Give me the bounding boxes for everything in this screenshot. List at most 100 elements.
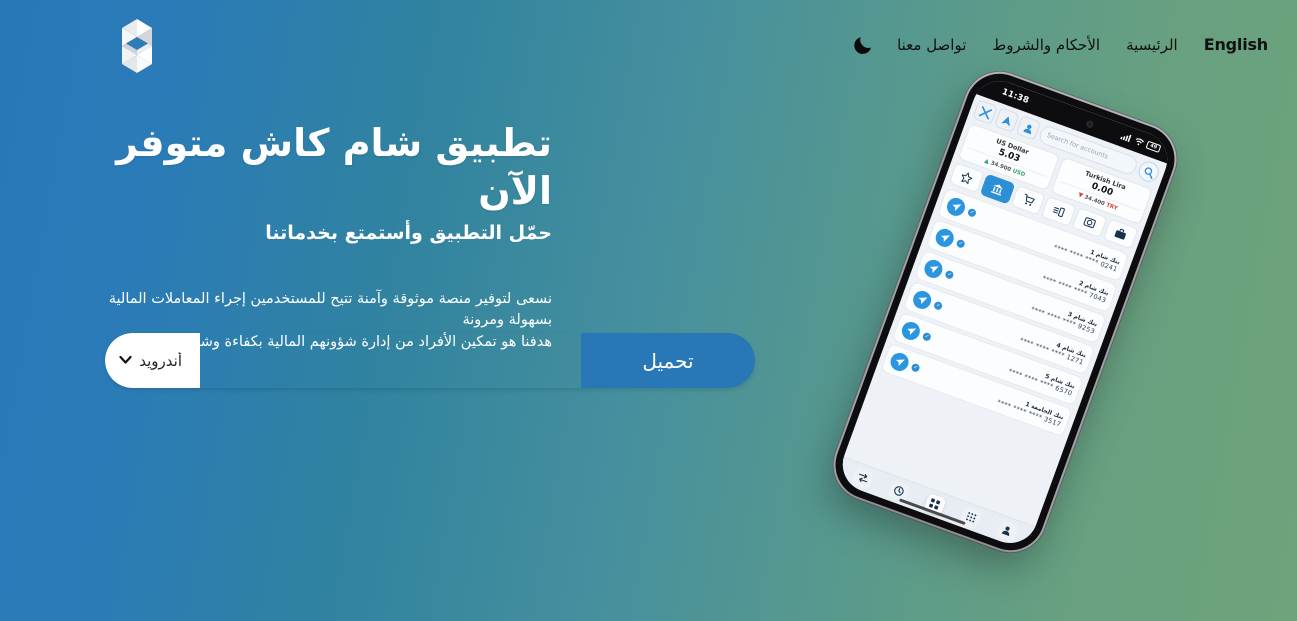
user-icon[interactable] [1015, 115, 1042, 141]
moon-icon [854, 37, 872, 54]
account-info: بنك شام 5 **** **** **** 6570 [932, 332, 1076, 398]
account-number: **** **** **** 6570 [1007, 366, 1074, 398]
mobile-topup-icon[interactable] [1041, 195, 1077, 227]
main-navigation: English الرئيسية الأحكام والشروط تواصل م… [846, 28, 1281, 62]
rate-name: US Dollar [995, 136, 1030, 157]
rate-card-try[interactable]: Turkish Lira 0.00 ▼ 34.400 TRY [1050, 156, 1153, 225]
battery-level: 49 [1149, 142, 1158, 151]
wifi-icon [1135, 138, 1144, 146]
bank-icon[interactable] [979, 173, 1016, 205]
signal-icon [1120, 134, 1132, 143]
rate-amount: 34.400 [1083, 193, 1106, 207]
rate-card-usd[interactable]: US Dollar 5.03 ▲ 34.900 USD [957, 122, 1060, 192]
account-name: بنك الجامعة 1 [1024, 400, 1065, 421]
platform-select-wrapper: أندرويد [105, 333, 581, 388]
search-input[interactable]: Search for accounts [1037, 123, 1140, 177]
hero-title: تطبيق شام كاش متوفر الآن [116, 121, 552, 213]
account-name: بنك شام 4 [1055, 341, 1088, 359]
sham-cash-logo[interactable] [98, 8, 176, 86]
send-money-button[interactable] [888, 350, 912, 374]
search-icon[interactable] [1135, 158, 1162, 185]
rate-sub: ▲ 34.900 USD [963, 147, 1047, 186]
download-button[interactable]: تحميل [581, 333, 755, 388]
account-number: **** **** **** 7043 [1041, 273, 1108, 305]
account-number: **** **** **** 9253 [1030, 304, 1097, 336]
nav-terms[interactable]: الأحكام والشروط [979, 31, 1113, 59]
rate-amount: 34.900 [989, 159, 1012, 173]
transfer-icon[interactable] [851, 466, 875, 490]
account-number: **** **** **** 0241 [1052, 242, 1119, 274]
logo-icon [122, 19, 152, 73]
category-row [942, 161, 1143, 256]
account-list[interactable]: بنك شام 1 **** **** **** 0241 ✓ بنك شام … [844, 186, 1134, 526]
send-money-button[interactable] [933, 226, 957, 250]
keypad-icon[interactable] [959, 505, 983, 529]
front-camera-icon [1085, 119, 1095, 129]
send-icon[interactable] [993, 107, 1020, 133]
currency-rates: US Dollar 5.03 ▲ 34.900 USD Turkish Lira… [952, 119, 1159, 230]
arrow-up-icon: ▲ [983, 157, 991, 166]
nav-home[interactable]: الرئيسية [1113, 31, 1191, 59]
account-name: بنك شام 3 [1066, 310, 1099, 328]
account-row[interactable]: بنك شام 3 **** **** **** 9253 ✓ [914, 249, 1107, 345]
account-info: بنك شام 2 **** **** **** 7043 [966, 239, 1110, 305]
rate-code: USD [1011, 167, 1026, 178]
hero-section: تطبيق شام كاش متوفر الآن حمّل التطبيق وأ… [100, 120, 552, 354]
phone-screen: 11:38 49 Search for accounts US Dollar 5… [834, 73, 1176, 551]
rate-code: TRY [1105, 201, 1119, 212]
account-number: **** **** **** 1271 [1018, 335, 1085, 367]
theme-toggle-button[interactable] [846, 28, 880, 62]
grid-icon[interactable] [923, 492, 947, 516]
send-money-button[interactable] [899, 319, 923, 343]
rate-value: 0.00 [1089, 181, 1115, 199]
hero-description-line1: نسعى لتوفير منصة موثوقة وآمنة تتيح للمست… [108, 290, 552, 329]
phone-bottom-nav [834, 456, 1036, 551]
account-name: بنك شام 5 [1044, 372, 1076, 390]
nav-contact[interactable]: تواصل معنا [884, 31, 979, 59]
phone-notch [1051, 103, 1100, 133]
verified-check-icon: ✓ [910, 362, 921, 373]
account-name: بنك شام 2 [1078, 279, 1110, 297]
account-name: بنك شام 1 [1089, 248, 1122, 266]
battery-icon: 49 [1145, 140, 1162, 153]
verified-check-icon: ✓ [966, 207, 978, 218]
status-indicators: 49 [1120, 131, 1162, 153]
star-icon[interactable] [948, 162, 985, 194]
account-row[interactable]: بنك شام 5 **** **** **** 6570 ✓ [891, 311, 1085, 407]
account-row[interactable]: بنك شام 1 **** **** **** 0241 ✓ [936, 187, 1130, 283]
rate-name: Turkish Lira [1084, 169, 1128, 192]
send-money-button[interactable] [921, 257, 945, 281]
send-money-button[interactable] [910, 288, 934, 312]
verified-check-icon: ✓ [944, 269, 955, 280]
cart-icon[interactable] [1010, 184, 1046, 216]
send-money-button[interactable] [944, 195, 968, 219]
rate-sub: ▼ 34.400 TRY [1056, 180, 1141, 220]
download-form: أندرويد تحميل [105, 333, 755, 388]
account-info: بنك الجامعة 1 **** **** **** 3517 [920, 363, 1065, 429]
account-row[interactable]: بنك الجامعة 1 **** **** **** 3517 ✓ [880, 342, 1073, 438]
profile-icon[interactable] [995, 518, 1019, 542]
home-indicator [898, 498, 966, 526]
app-top-bar: Search for accounts [967, 94, 1168, 189]
site-header: English الرئيسية الأحكام والشروط تواصل م… [0, 0, 1297, 90]
phone-mockup: 11:38 49 Search for accounts US Dollar 5… [818, 64, 1218, 621]
platform-select[interactable]: أندرويد [105, 333, 200, 388]
hero-subtitle: حمّل التطبيق وأستمتع بخدماتنا [265, 222, 552, 244]
shuffle-icon[interactable] [972, 99, 998, 125]
verified-check-icon: ✓ [932, 300, 944, 311]
verified-check-icon: ✓ [955, 238, 966, 249]
account-info: بنك شام 3 **** **** **** 9253 [954, 270, 1099, 336]
verified-check-icon: ✓ [921, 331, 932, 342]
history-icon[interactable] [887, 479, 911, 503]
account-number: **** **** **** 3517 [996, 397, 1063, 429]
account-info: بنك شام 1 **** **** **** 0241 [977, 208, 1122, 274]
arrow-down-icon: ▼ [1077, 191, 1084, 200]
rate-value: 5.03 [996, 147, 1022, 165]
phone-frame: 11:38 49 Search for accounts US Dollar 5… [825, 64, 1185, 560]
account-row[interactable]: بنك شام 4 **** **** **** 1271 ✓ [902, 280, 1096, 376]
nav-english[interactable]: English [1191, 31, 1281, 59]
briefcase-icon[interactable] [1102, 218, 1139, 250]
account-info: بنك شام 4 **** **** **** 1271 [943, 301, 1088, 367]
camera-icon[interactable] [1072, 207, 1108, 239]
account-row[interactable]: بنك شام 2 **** **** **** 7043 ✓ [925, 218, 1119, 314]
